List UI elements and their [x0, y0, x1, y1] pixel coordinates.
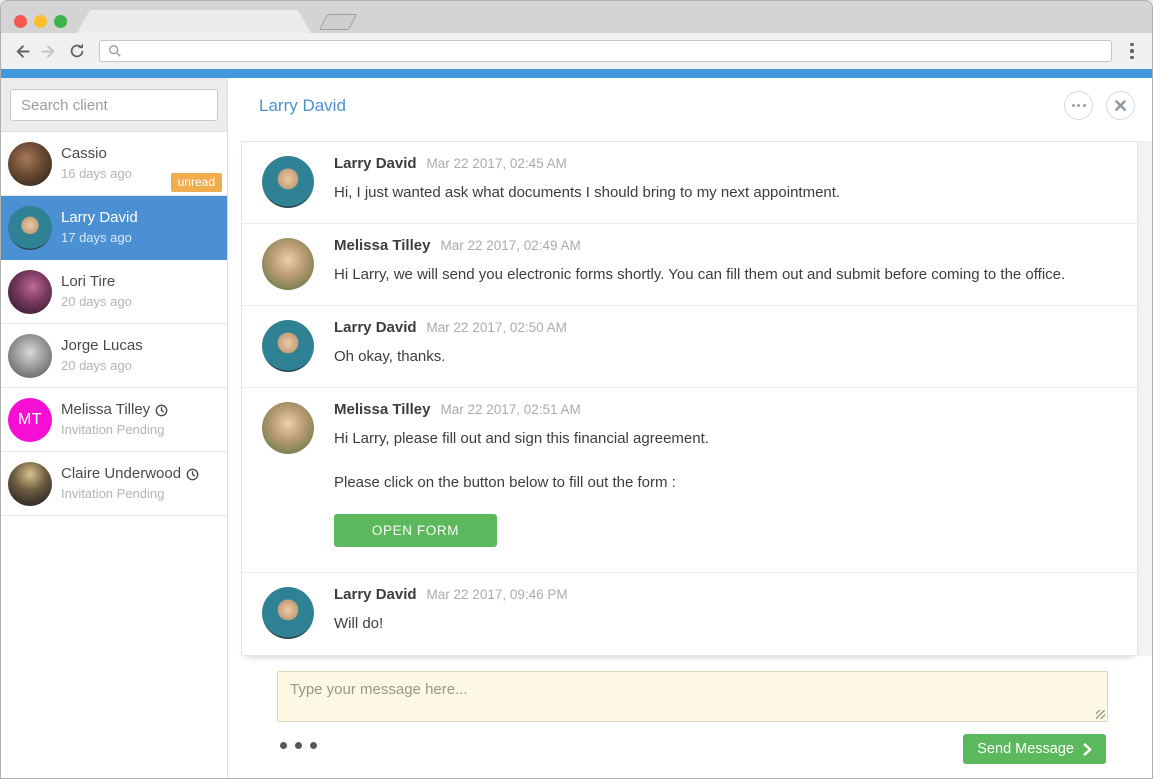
client-search-input[interactable]	[10, 89, 218, 121]
client-avatar	[8, 462, 52, 506]
message-group: Larry David Mar 22 2017, 02:50 AM Oh oka…	[242, 306, 1137, 388]
message-timestamp: Mar 22 2017, 02:51 AM	[440, 402, 580, 417]
client-list: Cassio 16 days ago unread Larry David 17…	[1, 132, 227, 516]
message-avatar	[262, 402, 314, 454]
url-input[interactable]	[128, 43, 1103, 60]
ellipsis-icon	[1072, 104, 1086, 107]
client-sidebar: Cassio 16 days ago unread Larry David 17…	[1, 78, 228, 778]
chat-options-button[interactable]	[1064, 91, 1093, 120]
message-author: Larry David	[334, 586, 417, 603]
client-search	[1, 78, 227, 132]
app-top-accent-bar	[1, 69, 1152, 78]
client-avatar	[8, 334, 52, 378]
client-name: Larry David	[61, 209, 138, 228]
browser-navbar	[1, 33, 1152, 69]
client-meta: 17 days ago	[61, 230, 138, 246]
browser-tab[interactable]	[77, 10, 311, 33]
pending-clock-icon	[186, 468, 199, 481]
message-text: Hi Larry, please fill out and sign this …	[334, 427, 709, 557]
message-avatar	[262, 320, 314, 372]
message-group: Larry David Mar 22 2017, 09:46 PM Will d…	[242, 573, 1137, 654]
message-timestamp: Mar 22 2017, 02:50 AM	[427, 320, 567, 335]
client-meta: Invitation Pending	[61, 422, 168, 438]
message-group: Larry David Mar 22 2017, 02:45 AM Hi, I …	[242, 142, 1137, 224]
message-composer	[277, 671, 1108, 722]
maximize-window-button[interactable]	[54, 15, 67, 28]
client-list-item[interactable]: MT Melissa Tilley Invitation Pending	[1, 388, 227, 452]
client-list-item[interactable]: Lori Tire 20 days ago	[1, 260, 227, 324]
message-timestamp: Mar 22 2017, 02:45 AM	[427, 156, 567, 171]
client-list-item[interactable]: Jorge Lucas 20 days ago	[1, 324, 227, 388]
pending-clock-icon	[155, 404, 168, 417]
send-message-label: Send Message	[977, 741, 1074, 757]
chevron-right-icon	[1083, 743, 1092, 756]
send-message-button[interactable]: Send Message	[963, 734, 1106, 764]
client-name: Melissa Tilley	[61, 401, 150, 420]
client-name: Cassio	[61, 145, 107, 164]
message-avatar	[262, 587, 314, 639]
message-author: Melissa Tilley	[334, 401, 430, 418]
message-timestamp: Mar 22 2017, 02:49 AM	[440, 238, 580, 253]
client-name: Claire Underwood	[61, 465, 181, 484]
close-window-button[interactable]	[14, 15, 27, 28]
message-avatar	[262, 238, 314, 290]
refresh-button[interactable]	[63, 37, 91, 65]
new-tab-button[interactable]	[319, 14, 358, 30]
search-icon	[108, 44, 122, 58]
browser-menu-icon[interactable]	[1122, 43, 1142, 60]
message-input[interactable]	[277, 671, 1108, 722]
minimize-window-button[interactable]	[34, 15, 47, 28]
message-author: Larry David	[334, 155, 417, 172]
client-meta: 20 days ago	[61, 358, 143, 374]
message-group: Melissa Tilley Mar 22 2017, 02:51 AM Hi …	[242, 388, 1137, 573]
window-controls	[14, 15, 67, 28]
client-avatar	[8, 270, 52, 314]
chat-area: Larry David Larry David Mar 22 2017, 02:…	[228, 78, 1152, 778]
message-author: Melissa Tilley	[334, 237, 430, 254]
client-meta: Invitation Pending	[61, 486, 199, 502]
client-avatar	[8, 206, 52, 250]
browser-window: Cassio 16 days ago unread Larry David 17…	[0, 0, 1153, 779]
close-icon	[1115, 100, 1126, 111]
client-meta: 20 days ago	[61, 294, 132, 310]
message-author: Larry David	[334, 319, 417, 336]
client-list-item[interactable]: Cassio 16 days ago unread	[1, 132, 227, 196]
back-button[interactable]	[7, 37, 35, 65]
composer-options-dots[interactable]	[280, 742, 317, 749]
client-meta: 16 days ago	[61, 166, 132, 182]
message-avatar	[262, 156, 314, 208]
message-timestamp: Mar 22 2017, 09:46 PM	[427, 587, 568, 602]
chat-close-button[interactable]	[1106, 91, 1135, 120]
client-list-item[interactable]: Larry David 17 days ago	[1, 196, 227, 260]
client-name: Lori Tire	[61, 273, 115, 292]
message-text: Will do!	[334, 612, 568, 635]
forward-button[interactable]	[35, 37, 63, 65]
browser-titlebar	[1, 1, 1152, 33]
chat-header: Larry David	[228, 78, 1152, 133]
client-list-item[interactable]: Claire Underwood Invitation Pending	[1, 452, 227, 516]
message-text: Hi, I just wanted ask what documents I s…	[334, 181, 840, 204]
client-avatar	[8, 142, 52, 186]
unread-badge: unread	[171, 173, 222, 192]
message-list: Larry David Mar 22 2017, 02:45 AM Hi, I …	[241, 141, 1138, 656]
chat-title: Larry David	[259, 96, 346, 116]
url-bar[interactable]	[99, 40, 1112, 62]
client-avatar: MT	[8, 398, 52, 442]
message-text: Oh okay, thanks.	[334, 345, 567, 368]
client-name: Jorge Lucas	[61, 337, 143, 356]
message-group: Melissa Tilley Mar 22 2017, 02:49 AM Hi …	[242, 224, 1137, 306]
message-scrollbar-track[interactable]	[1138, 141, 1152, 656]
message-text: Hi Larry, we will send you electronic fo…	[334, 263, 1065, 286]
open-form-button[interactable]: OPEN FORM	[334, 514, 497, 547]
